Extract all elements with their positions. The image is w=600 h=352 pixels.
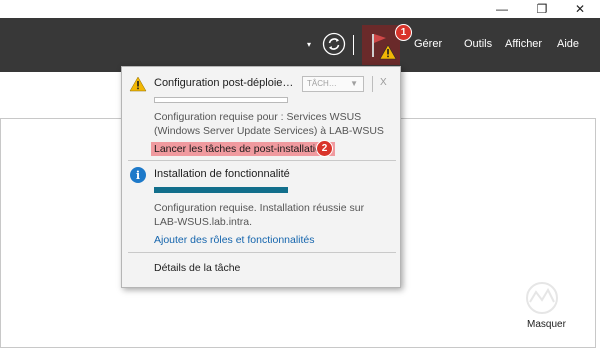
- close-window-button[interactable]: ✕: [563, 0, 597, 18]
- info-icon: i: [130, 167, 146, 183]
- server-manager-toolbar: ▾ Gérer Outils Afficher Aide: [0, 18, 600, 72]
- step-2-badge: 2: [316, 140, 333, 157]
- menu-view[interactable]: Afficher: [505, 38, 542, 50]
- feature-install-title: Installation de fonctionnalité: [154, 168, 290, 180]
- refresh-icon[interactable]: [322, 32, 346, 56]
- toolbar-separator: [353, 35, 354, 55]
- feature-install-progress-bar: [154, 187, 288, 193]
- warning-icon: [129, 76, 147, 92]
- notifications-popup: Configuration post-déploie… TÂCH… ▼ X Co…: [121, 66, 401, 288]
- post-deploy-description: Configuration requise pour : Services WS…: [154, 111, 384, 137]
- feature-install-description: Configuration requise. Installation réus…: [154, 202, 365, 228]
- menu-tools[interactable]: Outils: [464, 38, 492, 50]
- post-deploy-title: Configuration post-déploie…: [154, 77, 294, 89]
- task-dropdown[interactable]: TÂCH… ▼: [302, 76, 364, 92]
- refresh-dropdown-icon[interactable]: ▾: [307, 40, 311, 49]
- menu-manage[interactable]: Gérer: [414, 38, 442, 50]
- minimize-button[interactable]: —: [485, 0, 519, 18]
- watermark-logo-icon: [526, 282, 558, 314]
- dropdown-separator: [372, 76, 373, 92]
- post-deploy-progress-bar: [154, 97, 288, 103]
- task-details-link[interactable]: Détails de la tâche: [154, 262, 240, 274]
- chevron-down-icon: ▼: [350, 79, 358, 88]
- notification-divider: [128, 160, 396, 161]
- task-details-divider: [128, 252, 396, 253]
- window-title-bar: — ❐ ✕: [0, 0, 600, 18]
- dismiss-notification-button[interactable]: X: [380, 77, 387, 88]
- step-1-badge: 1: [395, 24, 412, 41]
- menu-help[interactable]: Aide: [557, 38, 579, 50]
- maximize-button[interactable]: ❐: [525, 0, 559, 18]
- add-roles-features-link[interactable]: Ajouter des rôles et fonctionnalités: [154, 234, 315, 246]
- launch-post-install-link[interactable]: Lancer les tâches de post-installation: [154, 143, 327, 155]
- hide-link[interactable]: Masquer: [527, 319, 566, 330]
- task-dropdown-label: TÂCH…: [307, 79, 337, 88]
